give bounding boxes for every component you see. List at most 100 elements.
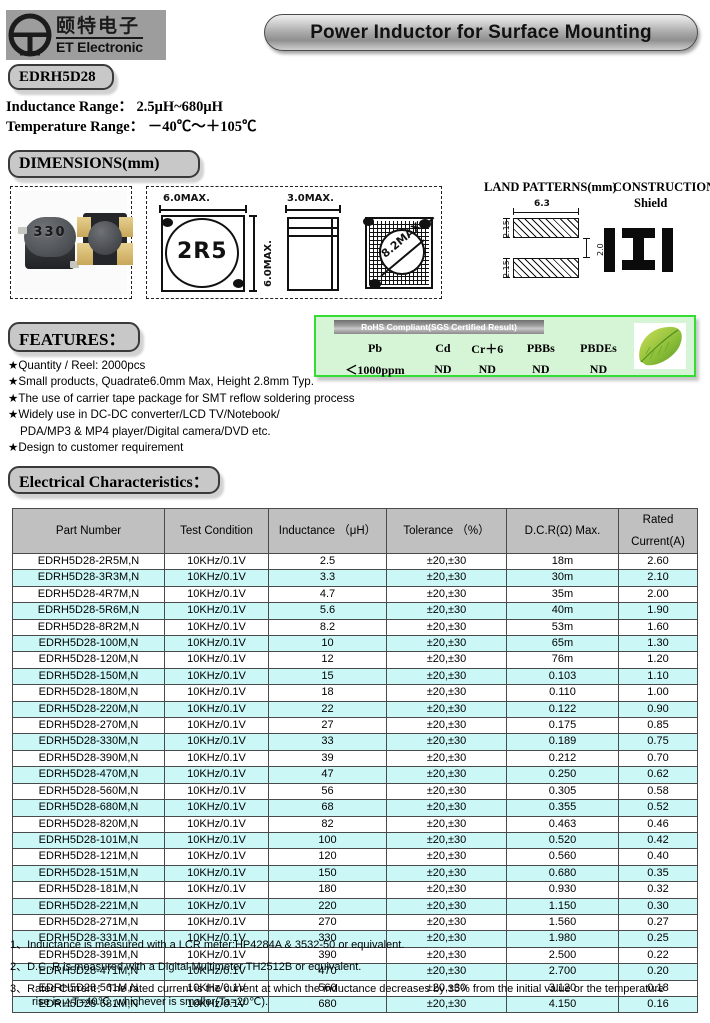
table-row: EDRH5D28-470M,N 10KHz/0.1V 47 ±20,±30 0.250 0… xyxy=(12,766,698,784)
logo-english-text: ET Electronic xyxy=(56,36,143,55)
column-header-inductance: Inductance （μH） xyxy=(268,508,387,554)
cell-inductance: 47 xyxy=(268,766,387,784)
cell-test-condition: 10KHz/0.1V xyxy=(164,717,269,735)
cell-test-condition: 10KHz/0.1V xyxy=(164,651,269,669)
rohs-header-cell: Cd xyxy=(435,341,451,355)
cell-inductance: 3.3 xyxy=(268,569,387,587)
table-row: EDRH5D28-120M,N 10KHz/0.1V 12 ±20,±30 76m 1.2… xyxy=(12,651,698,669)
part-series-label: EDRH5D28 xyxy=(8,64,114,90)
dimensions-section-label: DIMENSIONS(mm) xyxy=(8,150,200,178)
footnote-text: 2、D.C .R is measured with a Digital Mult… xyxy=(10,961,362,973)
cell-tolerance: ±20,±30 xyxy=(386,766,507,784)
cell-part-number: EDRH5D28-4R7M,N xyxy=(12,585,165,604)
table-row: EDRH5D28-820M,N 10KHz/0.1V 82 ±20,±30 0.463 0… xyxy=(12,815,698,833)
cell-dcr: 0.122 xyxy=(506,700,619,719)
rohs-substances-table: Pb Cd Cr＋6 PBBs PBDEs ＜1000ppm ND ND ND … xyxy=(322,337,632,381)
footnote-text: 3、Rated Current：The rated current is the… xyxy=(10,983,665,995)
rohs-value-row: ＜1000ppm ND ND ND ND xyxy=(324,360,630,379)
table-row: EDRH5D28-101M,N 10KHz/0.1V 100 ±20,±30 0.520… xyxy=(12,831,698,850)
cell-test-condition: 10KHz/0.1V xyxy=(164,700,269,719)
cell-tolerance: ±20,±30 xyxy=(386,881,507,899)
cell-tolerance: ±20,±30 xyxy=(386,585,507,604)
cell-test-condition: 10KHz/0.1V xyxy=(164,635,269,653)
cell-inductance: 27 xyxy=(268,717,387,735)
rohs-compliance-box: RoHS Compliant(SGS Certified Result) Pb … xyxy=(314,315,696,377)
cell-dcr: 76m xyxy=(506,651,619,669)
part-series-text: EDRH5D28 xyxy=(19,68,96,85)
cell-part-number: EDRH5D28-150M,N xyxy=(12,667,165,686)
electrical-characteristics-table: Part Number Test Condition Inductance （μ… xyxy=(12,508,698,1014)
rohs-title-bar: RoHS Compliant(SGS Certified Result) xyxy=(334,320,544,334)
cell-inductance: 8.2 xyxy=(268,618,387,637)
product-photo-frame: 330 xyxy=(10,186,133,299)
cell-tolerance: ±20,±30 xyxy=(386,733,507,751)
cell-rated-current: 2.00 xyxy=(618,585,698,604)
table-row: EDRH5D28-181M,N 10KHz/0.1V 180 ±20,±30 0.930… xyxy=(12,881,698,899)
cell-dcr: 35m xyxy=(506,585,619,604)
rohs-value-cell: ND xyxy=(434,362,452,376)
table-row: EDRH5D28-150M,N 10KHz/0.1V 15 ±20,±30 0.103 1… xyxy=(12,667,698,686)
cell-rated-current: 1.90 xyxy=(618,602,698,620)
cell-part-number: EDRH5D28-680M,N xyxy=(12,799,165,817)
cell-dcr: 0.103 xyxy=(506,667,619,686)
cell-inductance: 180 xyxy=(268,881,387,899)
cell-part-number: EDRH5D28-220M,N xyxy=(12,700,165,719)
cell-part-number: EDRH5D28-121M,N xyxy=(12,848,165,866)
cell-test-condition: 10KHz/0.1V xyxy=(164,684,269,702)
cell-rated-current: 0.75 xyxy=(618,733,698,751)
cell-test-condition: 10KHz/0.1V xyxy=(164,799,269,817)
table-row: EDRH5D28-151M,N 10KHz/0.1V 150 ±20,±30 0.680… xyxy=(12,864,698,883)
rohs-header-row: Pb Cd Cr＋6 PBBs PBDEs xyxy=(324,339,630,358)
dim-side-height-label: 3.0MAX. xyxy=(287,193,334,204)
inductance-range-line: Inductance Range： 2.5μH~680μH xyxy=(6,97,346,117)
cell-rated-current: 0.62 xyxy=(618,766,698,784)
dimensions-title-text: DIMENSIONS(mm) xyxy=(19,155,160,172)
cell-tolerance: ±20,±30 xyxy=(386,864,507,883)
column-header-tolerance: Tolerance （%） xyxy=(386,508,507,554)
rohs-header-cell: PBBs xyxy=(526,341,555,355)
column-header-test-condition: Test Condition xyxy=(164,508,269,554)
cell-dcr: 0.930 xyxy=(506,881,619,899)
cell-part-number: EDRH5D28-181M,N xyxy=(12,881,165,899)
footnote-text: 1、Inductance is measured with a LCR mete… xyxy=(10,939,405,951)
cell-test-condition: 10KHz/0.1V xyxy=(164,569,269,587)
cell-test-condition: 10KHz/0.1V xyxy=(164,585,269,604)
cell-part-number: EDRH5D28-470M,N xyxy=(12,766,165,784)
cell-inductance: 10 xyxy=(268,635,387,653)
cell-tolerance: ±20,±30 xyxy=(386,602,507,620)
cell-part-number: EDRH5D28-271M,N xyxy=(12,913,165,932)
features-title-text: FEATURES： xyxy=(19,329,126,349)
cell-inductance: 4.7 xyxy=(268,585,387,604)
cell-test-condition: 10KHz/0.1V xyxy=(164,552,269,571)
table-row: EDRH5D28-180M,N 10KHz/0.1V 18 ±20,±30 0.110 1… xyxy=(12,684,698,702)
cell-dcr: 0.250 xyxy=(506,766,619,784)
et-monogram-icon xyxy=(6,11,54,59)
land-pad-bottom xyxy=(513,258,579,278)
table-row: EDRH5D28-100M,N 10KHz/0.1V 10 ±20,±30 65m 1.3… xyxy=(12,635,698,653)
temperature-range-line: Temperature Range： －40℃～＋105℃ xyxy=(6,117,346,137)
table-row: EDRH5D28-330M,N 10KHz/0.1V 33 ±20,±30 0.189 0… xyxy=(12,733,698,751)
inductor-marking-text: 330 xyxy=(33,225,67,240)
cell-part-number: EDRH5D28-330M,N xyxy=(12,733,165,751)
table-row: EDRH5D28-271M,N 10KHz/0.1V 270 ±20,±30 1.560… xyxy=(12,913,698,932)
cell-test-condition: 10KHz/0.1V xyxy=(164,766,269,784)
cell-rated-current: 0.52 xyxy=(618,799,698,817)
spec-ranges: Inductance Range： 2.5μH~680μH Temperatur… xyxy=(6,97,346,137)
cell-test-condition: 10KHz/0.1V xyxy=(164,913,269,932)
cell-rated-current: 1.60 xyxy=(618,618,698,637)
table-row: EDRH5D28-3R3M,N 10KHz/0.1V 3.3 ±20,±30 30m 2.… xyxy=(12,569,698,587)
logo-chinese-text: 颐特电子 xyxy=(56,14,141,37)
cell-dcr: 0.680 xyxy=(506,864,619,883)
cell-tolerance: ±20,±30 xyxy=(386,831,507,850)
feature-item: ★The use of carrier tape package for SMT… xyxy=(8,391,355,405)
cell-test-condition: 10KHz/0.1V xyxy=(164,782,269,801)
land-pad-top xyxy=(513,218,579,238)
cell-part-number: EDRH5D28-390M,N xyxy=(12,749,165,768)
cell-inductance: 12 xyxy=(268,651,387,669)
cell-test-condition: 10KHz/0.1V xyxy=(164,618,269,637)
dim-part-marking: 2R5 xyxy=(177,239,228,264)
inductor-photo-right xyxy=(77,213,133,273)
cell-tolerance: ±20,±30 xyxy=(386,569,507,587)
table-row: EDRH5D28-270M,N 10KHz/0.1V 27 ±20,±30 0.175 0… xyxy=(12,717,698,735)
cell-part-number: EDRH5D28-270M,N xyxy=(12,717,165,735)
